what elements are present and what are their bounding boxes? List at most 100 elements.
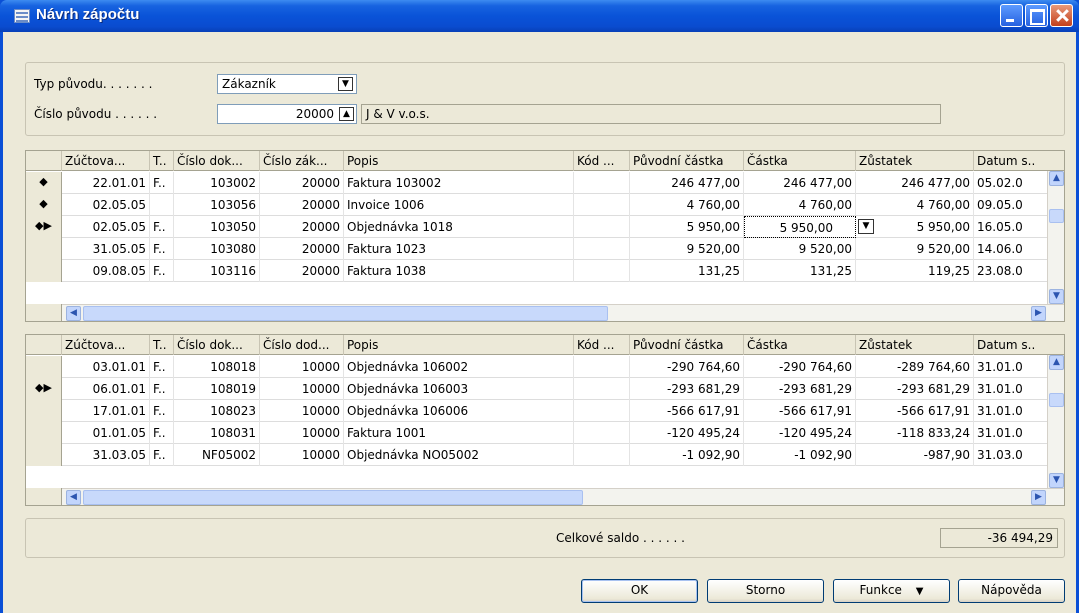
cell-original-amount[interactable]: -293 681,29 bbox=[630, 378, 744, 400]
cell-remaining-amount[interactable]: -289 764,60 bbox=[856, 356, 974, 378]
table-row[interactable]: 17.01.01 F.. 108023 10000 Objednávka 106006 -… bbox=[26, 400, 1064, 422]
column-header-due-date[interactable]: Datum s.. bbox=[974, 151, 1064, 171]
table-row[interactable]: 03.01.01 F.. 108018 10000 Objednávka 106002 -… bbox=[26, 356, 1064, 378]
cell-description[interactable]: Faktura 1023 bbox=[344, 238, 574, 260]
cell-doc-number[interactable]: 108031 bbox=[174, 422, 260, 444]
cell-description[interactable]: Objednávka 106002 bbox=[344, 356, 574, 378]
cell-remaining-amount[interactable]: 246 477,00 bbox=[856, 172, 974, 194]
cell-code[interactable] bbox=[574, 216, 630, 238]
cell-description[interactable]: Invoice 1006 bbox=[344, 194, 574, 216]
cell-doc-type[interactable]: F.. bbox=[150, 422, 174, 444]
vertical-scrollbar[interactable]: ▲ ▼ bbox=[1047, 355, 1064, 488]
maximize-button[interactable] bbox=[1025, 4, 1048, 27]
cell-original-amount[interactable]: -120 495,24 bbox=[630, 422, 744, 444]
cell-doc-type[interactable]: F.. bbox=[150, 356, 174, 378]
table-row[interactable]: 01.01.05 F.. 108031 10000 Faktura 1001 -120 4… bbox=[26, 422, 1064, 444]
column-header-amount[interactable]: Částka bbox=[744, 335, 856, 355]
table-row[interactable]: ◆ 02.05.05 103056 20000 Invoice 1006 4 760,00… bbox=[26, 194, 1064, 216]
cell-original-amount[interactable]: -566 617,91 bbox=[630, 400, 744, 422]
cell-doc-type[interactable]: F.. bbox=[150, 260, 174, 282]
column-header-original-amount[interactable]: Původní částka bbox=[630, 335, 744, 355]
column-header-posting-date[interactable]: Zúčtova... bbox=[62, 151, 150, 171]
ok-button[interactable]: OK bbox=[581, 579, 698, 603]
cell-amount[interactable]: -120 495,24 bbox=[744, 422, 856, 444]
cell-doc-type[interactable] bbox=[150, 194, 174, 216]
cell-remaining-amount[interactable]: 9 520,00 bbox=[856, 238, 974, 260]
column-header-code[interactable]: Kód ... bbox=[574, 335, 630, 355]
dropdown-arrow-icon[interactable]: ▼ bbox=[338, 77, 353, 91]
cell-doc-type[interactable]: F.. bbox=[150, 400, 174, 422]
cell-posting-date[interactable]: 31.03.05 bbox=[62, 444, 150, 466]
cell-code[interactable] bbox=[574, 400, 630, 422]
column-header-remaining-amount[interactable]: Zůstatek bbox=[856, 335, 974, 355]
cell-posting-date[interactable]: 09.08.05 bbox=[62, 260, 150, 282]
cell-doc-type[interactable]: F.. bbox=[150, 172, 174, 194]
cell-remaining-amount[interactable]: -987,90 bbox=[856, 444, 974, 466]
cell-doc-number[interactable]: 103080 bbox=[174, 238, 260, 260]
table-row[interactable]: 09.08.05 F.. 103116 20000 Faktura 1038 131,25… bbox=[26, 260, 1064, 282]
lookup-arrow-up-icon[interactable]: ▲ bbox=[339, 107, 354, 121]
table-row[interactable]: 31.05.05 F.. 103080 20000 Faktura 1023 9 520,… bbox=[26, 238, 1064, 260]
cell-original-amount[interactable]: -290 764,60 bbox=[630, 356, 744, 378]
column-header-partner-number[interactable]: Číslo zák... bbox=[260, 151, 344, 171]
vertical-scrollbar[interactable]: ▲ ▼ bbox=[1047, 171, 1064, 304]
cell-amount[interactable]: 246 477,00 bbox=[744, 172, 856, 194]
cell-code[interactable] bbox=[574, 378, 630, 400]
cell-partner-number[interactable]: 20000 bbox=[260, 194, 344, 216]
cell-partner-number[interactable]: 20000 bbox=[260, 172, 344, 194]
column-header-doc-number[interactable]: Číslo dok... bbox=[174, 151, 260, 171]
table-row[interactable]: ◆▶ 02.05.05 F.. 103050 20000 Objednávka 1018 5… bbox=[26, 216, 1064, 238]
row-selector[interactable]: ◆ bbox=[26, 194, 62, 216]
column-header-posting-date[interactable]: Zúčtova... bbox=[62, 335, 150, 355]
cell-amount[interactable]: -566 617,91 bbox=[744, 400, 856, 422]
cell-original-amount[interactable]: -1 092,90 bbox=[630, 444, 744, 466]
scroll-up-icon[interactable]: ▲ bbox=[1049, 171, 1064, 186]
cell-amount[interactable]: -293 681,29 bbox=[744, 378, 856, 400]
cell-code[interactable] bbox=[574, 172, 630, 194]
cell-amount[interactable]: 131,25 bbox=[744, 260, 856, 282]
column-header-amount[interactable]: Částka bbox=[744, 151, 856, 171]
table-row[interactable]: 31.03.05 F.. NF05002 10000 Objednávka NO0500… bbox=[26, 444, 1064, 466]
scroll-left-icon[interactable]: ◀ bbox=[66, 306, 81, 321]
cell-amount[interactable]: -290 764,60 bbox=[744, 356, 856, 378]
cell-doc-number[interactable]: 103050 bbox=[174, 216, 260, 238]
cell-remaining-amount[interactable]: -566 617,91 bbox=[856, 400, 974, 422]
cell-doc-number[interactable]: 103002 bbox=[174, 172, 260, 194]
cell-partner-number[interactable]: 10000 bbox=[260, 356, 344, 378]
column-header-original-amount[interactable]: Původní částka bbox=[630, 151, 744, 171]
cell-partner-number[interactable]: 20000 bbox=[260, 216, 344, 238]
cell-description[interactable]: Faktura 103002 bbox=[344, 172, 574, 194]
cell-original-amount[interactable]: 5 950,00 bbox=[630, 216, 744, 238]
scroll-thumb[interactable] bbox=[1049, 209, 1064, 223]
row-selector[interactable] bbox=[26, 400, 62, 422]
scroll-thumb[interactable] bbox=[83, 490, 583, 505]
help-button[interactable]: Nápověda bbox=[958, 579, 1065, 603]
cell-code[interactable] bbox=[574, 356, 630, 378]
row-selector[interactable] bbox=[26, 238, 62, 260]
cell-posting-date[interactable]: 03.01.01 bbox=[62, 356, 150, 378]
column-header-doc-type[interactable]: T.. bbox=[150, 151, 174, 171]
cell-amount[interactable]: 4 760,00 bbox=[744, 194, 856, 216]
scroll-up-icon[interactable]: ▲ bbox=[1049, 355, 1064, 370]
cell-doc-type[interactable]: F.. bbox=[150, 444, 174, 466]
cell-amount[interactable]: 5 950,00 bbox=[744, 216, 856, 238]
row-selector[interactable] bbox=[26, 260, 62, 282]
scroll-thumb[interactable] bbox=[1049, 393, 1064, 407]
cell-remaining-amount[interactable]: 4 760,00 bbox=[856, 194, 974, 216]
cell-doc-number[interactable]: 108019 bbox=[174, 378, 260, 400]
table-row[interactable]: ◆ 22.01.01 F.. 103002 20000 Faktura 103002 246… bbox=[26, 172, 1064, 194]
scroll-down-icon[interactable]: ▼ bbox=[1049, 473, 1064, 488]
cell-amount[interactable]: 9 520,00 bbox=[744, 238, 856, 260]
cell-partner-number[interactable]: 10000 bbox=[260, 400, 344, 422]
table-row[interactable]: ◆▶ 06.01.01 F.. 108019 10000 Objednávka 10600… bbox=[26, 378, 1064, 400]
origin-type-select[interactable]: Zákazník bbox=[217, 74, 357, 94]
row-selector[interactable]: ◆ bbox=[26, 172, 62, 194]
row-selector[interactable] bbox=[26, 356, 62, 378]
cell-posting-date[interactable]: 01.01.05 bbox=[62, 422, 150, 444]
cell-partner-number[interactable]: 20000 bbox=[260, 238, 344, 260]
cell-posting-date[interactable]: 31.05.05 bbox=[62, 238, 150, 260]
column-header-description[interactable]: Popis bbox=[344, 335, 574, 355]
row-selector[interactable]: ◆▶ bbox=[26, 378, 62, 400]
column-header-remaining-amount[interactable]: Zůstatek bbox=[856, 151, 974, 171]
scroll-thumb[interactable] bbox=[83, 306, 608, 321]
